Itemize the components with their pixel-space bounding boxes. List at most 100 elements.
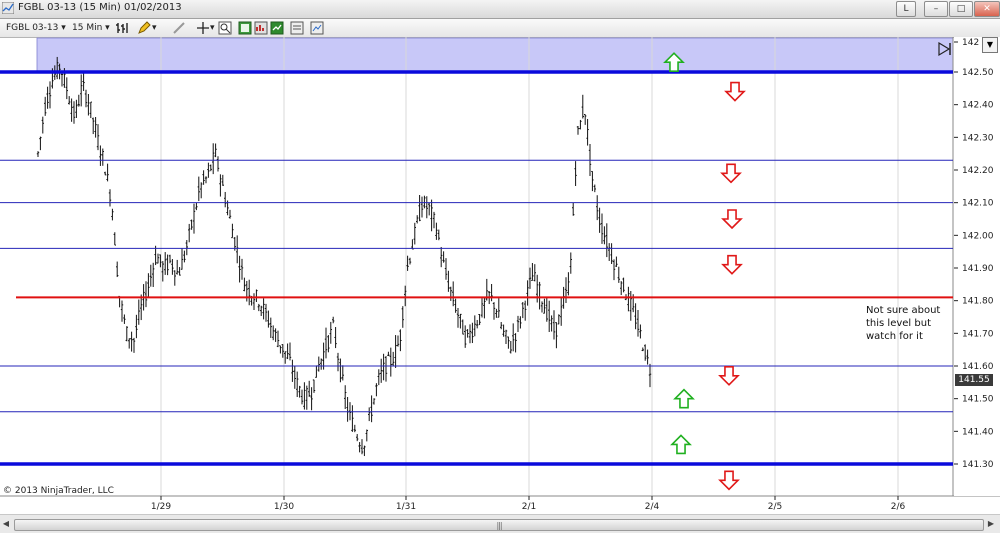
ohlc-bar	[495, 308, 498, 318]
axis-menu-button[interactable]: ▼	[982, 37, 998, 53]
strategies-icon[interactable]	[270, 21, 284, 35]
ohlc-bar	[471, 322, 474, 344]
ohlc-bar	[183, 250, 186, 263]
ohlc-bar	[636, 310, 640, 337]
ohlc-bar	[327, 335, 330, 353]
ohlc-bar	[144, 281, 148, 308]
ohlc-bar	[603, 226, 606, 245]
ohlc-bar	[533, 264, 536, 282]
ohlc-bar	[188, 223, 191, 243]
ohlc-bar	[365, 429, 368, 442]
bar-style-icon[interactable]	[115, 21, 129, 35]
price-tick-label: 141.90	[962, 264, 994, 274]
arrow-down-icon	[718, 470, 740, 491]
ohlc-bar	[257, 303, 260, 312]
pencil-icon[interactable]	[137, 21, 151, 35]
draw-tool-icon[interactable]	[172, 21, 186, 35]
scroll-to-end-icon[interactable]	[937, 41, 953, 57]
ohlc-bar	[279, 345, 282, 354]
ohlc-bar	[46, 86, 49, 109]
ohlc-bar	[94, 117, 97, 138]
ohlc-bar	[432, 211, 436, 229]
ohlc-bar	[104, 171, 107, 176]
maximize-button[interactable]: □	[949, 1, 973, 17]
ohlc-bar	[593, 184, 596, 193]
interval-selector[interactable]: 15 Min ▾	[72, 21, 110, 35]
scroll-right-icon[interactable]: ▶	[986, 518, 996, 530]
ohlc-bar	[68, 96, 71, 105]
ohlc-bar	[615, 256, 618, 267]
ohlc-bar	[509, 340, 512, 354]
ohlc-bar	[236, 235, 239, 264]
ohlc-bar	[135, 314, 138, 339]
ohlc-bar	[75, 99, 78, 118]
ohlc-bar	[480, 298, 484, 318]
horizontal-scrollbar[interactable]: ◀ ||| ▶	[0, 514, 1000, 533]
instrument-selector[interactable]: FGBL 03-13 ▾	[6, 21, 66, 35]
ohlc-bar	[101, 148, 104, 166]
ohlc-bar	[387, 351, 390, 357]
price-chart[interactable]: 142 142.50 142.40 142.30 142.20 142.10 142.00 1…	[0, 37, 1000, 514]
ohlc-bar	[545, 296, 548, 322]
ohlc-bar	[173, 270, 176, 286]
indicators-icon[interactable]	[254, 21, 268, 35]
ohlc-bar	[586, 118, 589, 146]
shaded-zone	[36, 37, 954, 73]
close-button[interactable]: ✕	[974, 1, 1000, 17]
ohlc-bar	[116, 261, 119, 278]
minimize-button[interactable]: –	[924, 1, 948, 17]
ohlc-bar	[394, 335, 397, 368]
chevron-down-icon[interactable]: ▾	[152, 21, 157, 35]
scroll-left-icon[interactable]: ◀	[1, 518, 11, 530]
ohlc-bar	[240, 258, 244, 280]
price-axis-layer: 142 142.50 142.40 142.30 142.20 142.10 142.00 1…	[954, 37, 1000, 496]
chevron-down-icon[interactable]: ▾	[210, 21, 215, 35]
ohlc-bar	[639, 324, 642, 339]
chart-toolbar: FGBL 03-13 ▾ 15 Min ▾ ▾ ▾	[0, 19, 1000, 38]
ohlc-bar	[449, 286, 452, 301]
ohlc-bar	[60, 73, 64, 87]
ohlc-bar	[255, 289, 258, 303]
scrollbar-thumb[interactable]: |||	[14, 519, 984, 531]
ohlc-bar	[262, 298, 265, 320]
price-tick-label: 142.00	[962, 231, 994, 241]
ohlc-bar	[72, 101, 76, 124]
ohlc-bar	[108, 189, 112, 207]
ohlc-bar	[336, 352, 340, 372]
ohlc-bar	[351, 405, 354, 432]
ohlc-bar	[274, 328, 277, 342]
instrument-label: FGBL 03-13	[6, 23, 59, 33]
chevron-down-icon: ▼	[986, 40, 994, 49]
ohlc-bar	[425, 196, 428, 219]
ohlc-bar	[123, 314, 126, 324]
price-tick-label: 142.10	[962, 199, 994, 209]
ohlc-bar	[202, 170, 205, 185]
data-box-icon[interactable]	[238, 21, 252, 35]
zoom-icon[interactable]	[218, 21, 232, 35]
chart-trader-icon[interactable]	[310, 21, 324, 35]
ohlc-bar	[600, 213, 604, 244]
arrow-down-icon	[720, 163, 742, 184]
properties-icon[interactable]	[290, 21, 304, 35]
ohlc-bar	[459, 313, 462, 329]
ohlc-bar	[356, 434, 359, 442]
ohlc-bar	[346, 396, 349, 422]
ohlc-bar	[420, 196, 424, 218]
ohlc-bar	[195, 202, 198, 211]
ohlc-bar	[219, 174, 222, 197]
ohlc-bar	[291, 359, 294, 382]
ohlc-bar	[197, 176, 200, 202]
ohlc-bar	[452, 281, 455, 307]
ohlc-bar	[132, 337, 136, 353]
ohlc-bar	[245, 280, 248, 302]
ohlc-bar	[634, 303, 637, 330]
crosshair-icon[interactable]	[196, 21, 210, 35]
window-title: FGBL 03-13 (15 Min) 01/02/2013	[18, 2, 182, 13]
ohlc-bar	[286, 343, 289, 360]
ohlc-bar	[596, 195, 599, 221]
link-button[interactable]: L	[896, 1, 916, 17]
ohlc-bar	[437, 229, 440, 241]
ohlc-bar	[646, 349, 649, 365]
ohlc-bar	[82, 71, 85, 91]
ohlc-bar	[308, 380, 311, 397]
